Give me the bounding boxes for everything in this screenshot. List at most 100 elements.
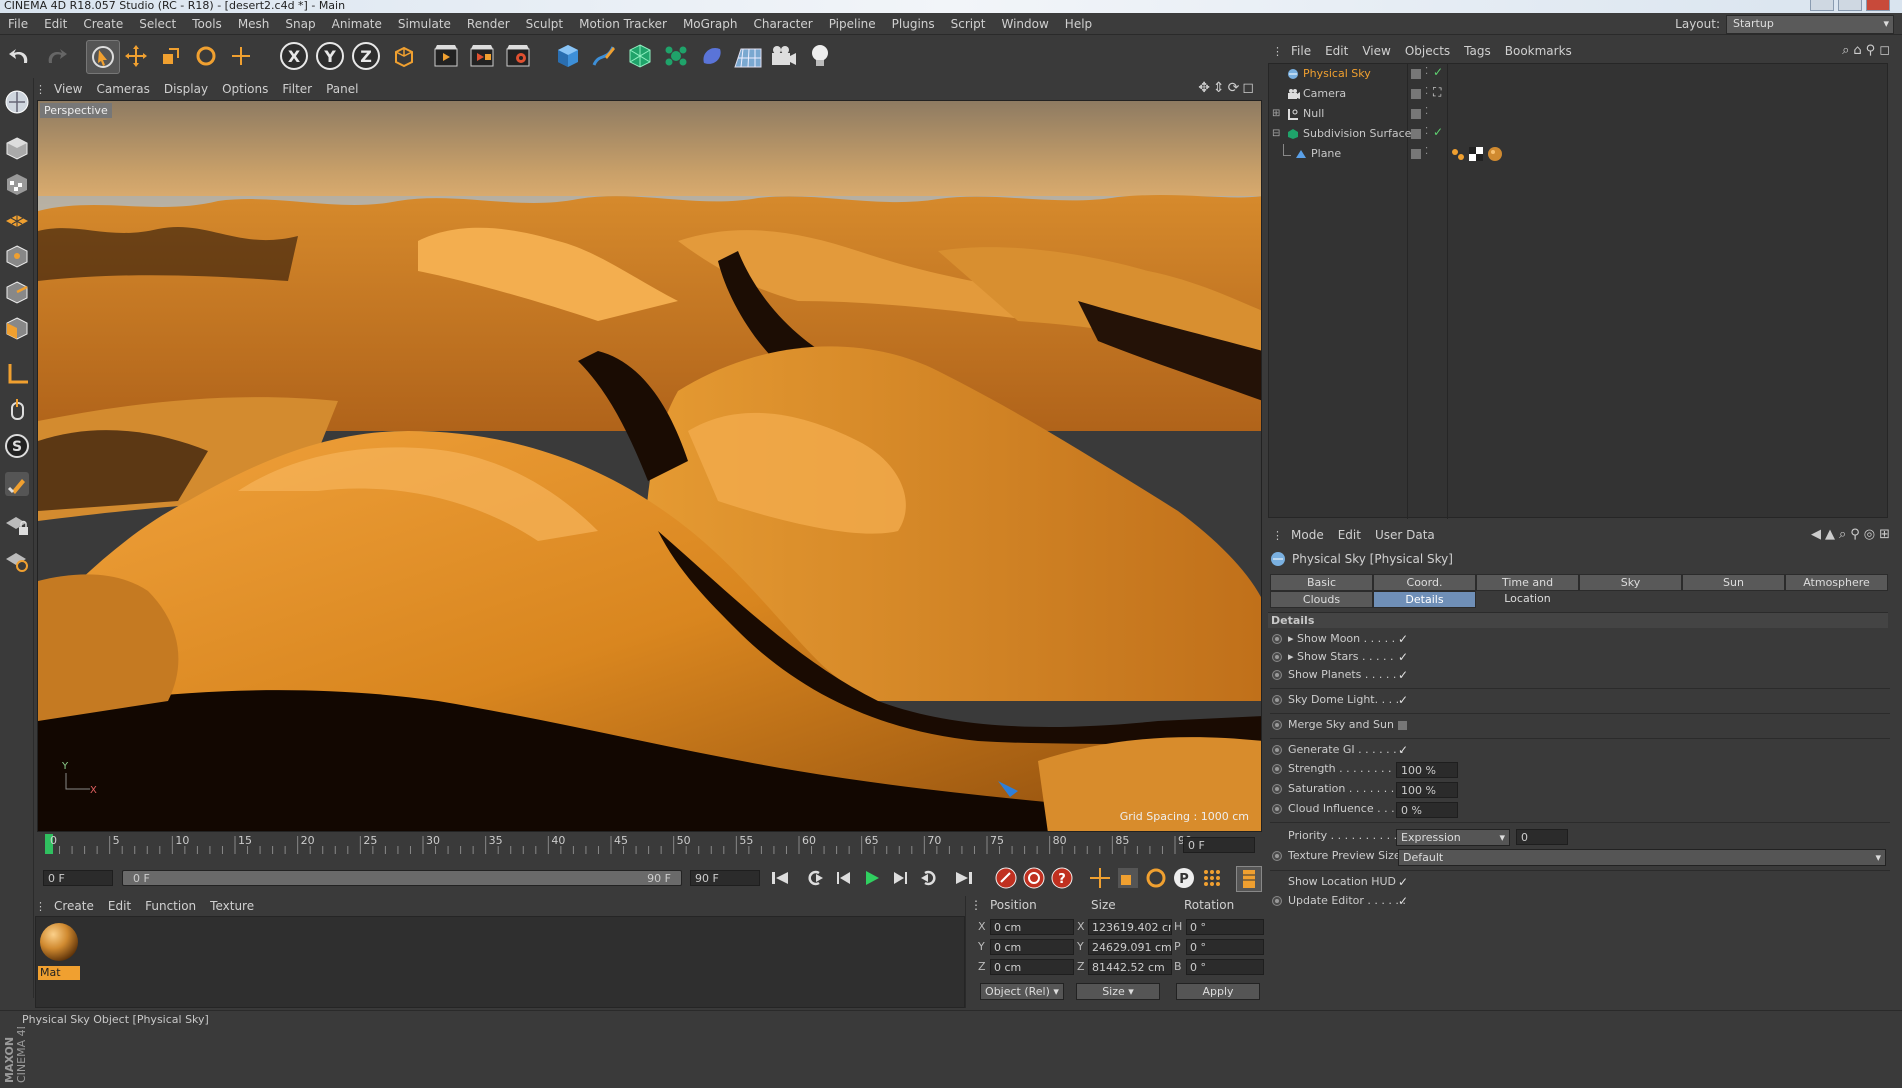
model-mode-icon[interactable] [3, 134, 31, 162]
scale-icon[interactable] [155, 40, 187, 72]
key-rotation-icon[interactable] [1144, 866, 1168, 890]
menu-animate[interactable]: Animate [324, 13, 390, 35]
layer-icon[interactable] [1411, 109, 1421, 119]
points-mode-icon[interactable] [3, 242, 31, 270]
menu-help[interactable]: Help [1057, 13, 1100, 35]
animate-radio-icon[interactable] [1272, 851, 1282, 861]
rot-p-field[interactable]: 0 ° [1186, 939, 1264, 955]
show-stars-checkbox[interactable]: ✓ [1398, 651, 1410, 663]
animate-radio-icon[interactable] [1272, 764, 1282, 774]
tab-clouds[interactable]: Clouds [1270, 591, 1373, 608]
pos-x-field[interactable]: 0 cm [990, 919, 1074, 935]
objects-menu-edit[interactable]: Edit [1318, 40, 1355, 62]
coordinate-mode-dropdown[interactable]: Object (Rel) ▾ [980, 983, 1064, 1000]
layer-icon[interactable] [1411, 69, 1421, 79]
rotate-icon[interactable] [190, 40, 222, 72]
tab-time-and-location[interactable]: Time and Location [1476, 574, 1579, 605]
attributes-menu-user-data[interactable]: User Data [1368, 525, 1442, 545]
visibility-dots-icon[interactable]: ⁚ [1425, 66, 1428, 77]
menu-snap[interactable]: Snap [277, 13, 323, 35]
timeline-ruler[interactable]: 051015202530354045505560657075808590 0 F [35, 834, 1265, 856]
coordinate-system-icon[interactable] [388, 40, 420, 72]
collapse-icon[interactable]: ⊟ [1272, 128, 1280, 139]
tab-sky[interactable]: Sky [1579, 574, 1682, 591]
objects-menu-tags[interactable]: Tags [1457, 40, 1498, 62]
start-frame-field[interactable]: 0 F [43, 870, 113, 886]
visibility-dots-icon[interactable]: ⁚ [1425, 86, 1428, 97]
attribute-nav-icons[interactable]: ◀▲⌕⚲◎⊞ [1811, 527, 1894, 542]
show-moon-checkbox[interactable]: ✓ [1398, 633, 1410, 645]
attributes-menu-edit[interactable]: Edit [1331, 525, 1368, 545]
animate-radio-icon[interactable] [1272, 634, 1282, 644]
phong-tag-icon[interactable] [1451, 147, 1465, 161]
tab-atmosphere[interactable]: Atmosphere [1785, 574, 1888, 591]
merge-sky-sun-checkbox[interactable] [1398, 721, 1407, 730]
material-menu-create[interactable]: Create [47, 896, 101, 916]
viewport-menu-options[interactable]: Options [215, 78, 275, 100]
snap-icon[interactable]: S [3, 432, 31, 460]
visibility-dots-icon[interactable]: ⁚ [1425, 146, 1428, 157]
animate-radio-icon[interactable] [1272, 652, 1282, 662]
live-selection-icon[interactable] [86, 40, 120, 74]
spline-pen-icon[interactable] [588, 40, 620, 72]
menu-plugins[interactable]: Plugins [884, 13, 943, 35]
show-planets-checkbox[interactable]: ✓ [1398, 669, 1410, 681]
menu-mograph[interactable]: MoGraph [675, 13, 746, 35]
subdivision-surface-icon[interactable] [624, 40, 656, 72]
viewport-menu-filter[interactable]: Filter [275, 78, 319, 100]
viewport-menu-display[interactable]: Display [157, 78, 215, 100]
go-to-end-icon[interactable] [952, 866, 976, 890]
key-scale-icon[interactable] [1116, 866, 1140, 890]
object-manager-tool-icons[interactable]: ⌕⌂⚲◻ [1842, 43, 1894, 58]
close-button[interactable] [1866, 0, 1890, 11]
visibility-dots-icon[interactable]: ⁚ [1425, 126, 1428, 137]
tab-basic[interactable]: Basic [1270, 574, 1373, 591]
layer-icon[interactable] [1411, 129, 1421, 139]
animate-radio-icon[interactable] [1272, 720, 1282, 730]
light-icon[interactable] [804, 40, 836, 72]
generate-gi-checkbox[interactable]: ✓ [1398, 744, 1410, 756]
animate-radio-icon[interactable] [1272, 670, 1282, 680]
animate-radio-icon[interactable] [1272, 804, 1282, 814]
layout-dropdown[interactable]: Startup [1726, 14, 1894, 34]
current-frame-field[interactable]: 0 F [1183, 837, 1255, 853]
expand-arrow-icon[interactable]: ▸ [1288, 632, 1297, 645]
menu-render[interactable]: Render [459, 13, 518, 35]
z-axis-lock-button[interactable]: Z [350, 40, 382, 72]
viewport-menu-view[interactable]: View [47, 78, 89, 100]
material-menu-edit[interactable]: Edit [101, 896, 138, 916]
render-to-picture-viewer-icon[interactable] [466, 40, 498, 72]
menu-simulate[interactable]: Simulate [390, 13, 459, 35]
key-point-level-icon[interactable] [1200, 866, 1224, 890]
magnet-icon[interactable] [3, 470, 31, 498]
animate-radio-icon[interactable] [1272, 896, 1282, 906]
axis-mode-icon[interactable] [3, 360, 31, 388]
previous-frame-icon[interactable] [832, 866, 856, 890]
key-parameter-icon[interactable]: P [1172, 866, 1196, 890]
timeline-scheme-icon[interactable] [1236, 866, 1262, 892]
cube-primitive-icon[interactable] [552, 40, 584, 72]
expand-icon[interactable]: ⊞ [1272, 108, 1280, 119]
key-position-icon[interactable] [1088, 866, 1112, 890]
tab-coord[interactable]: Coord. [1373, 574, 1476, 591]
tab-details[interactable]: Details [1373, 591, 1476, 608]
keyframe-selection-icon[interactable]: ? [1050, 866, 1074, 890]
viewport-menu-cameras[interactable]: Cameras [89, 78, 156, 100]
material-menu-texture[interactable]: Texture [203, 896, 261, 916]
objects-menu-file[interactable]: File [1284, 40, 1318, 62]
previous-key-icon[interactable] [804, 866, 828, 890]
undo-icon[interactable] [4, 40, 36, 72]
object-row-subdivision-surface[interactable]: ⊟ Subdivision Surface ⁚ ✓ [1269, 124, 1889, 144]
go-to-start-icon[interactable] [768, 866, 792, 890]
objects-menu-objects[interactable]: Objects [1398, 40, 1457, 62]
camera-active-icon[interactable]: ⛶ [1433, 85, 1441, 100]
menu-file[interactable]: File [0, 13, 36, 35]
show-location-hud-checkbox[interactable]: ✓ [1398, 876, 1410, 888]
preview-range-slider[interactable]: 0 F 90 F [122, 870, 682, 886]
menu-motion-tracker[interactable]: Motion Tracker [571, 13, 675, 35]
viewport-camera-label[interactable]: Perspective [40, 103, 112, 118]
end-frame-field[interactable]: 90 F [690, 870, 760, 886]
next-frame-icon[interactable] [888, 866, 912, 890]
cloner-icon[interactable] [660, 40, 692, 72]
menu-window[interactable]: Window [993, 13, 1056, 35]
